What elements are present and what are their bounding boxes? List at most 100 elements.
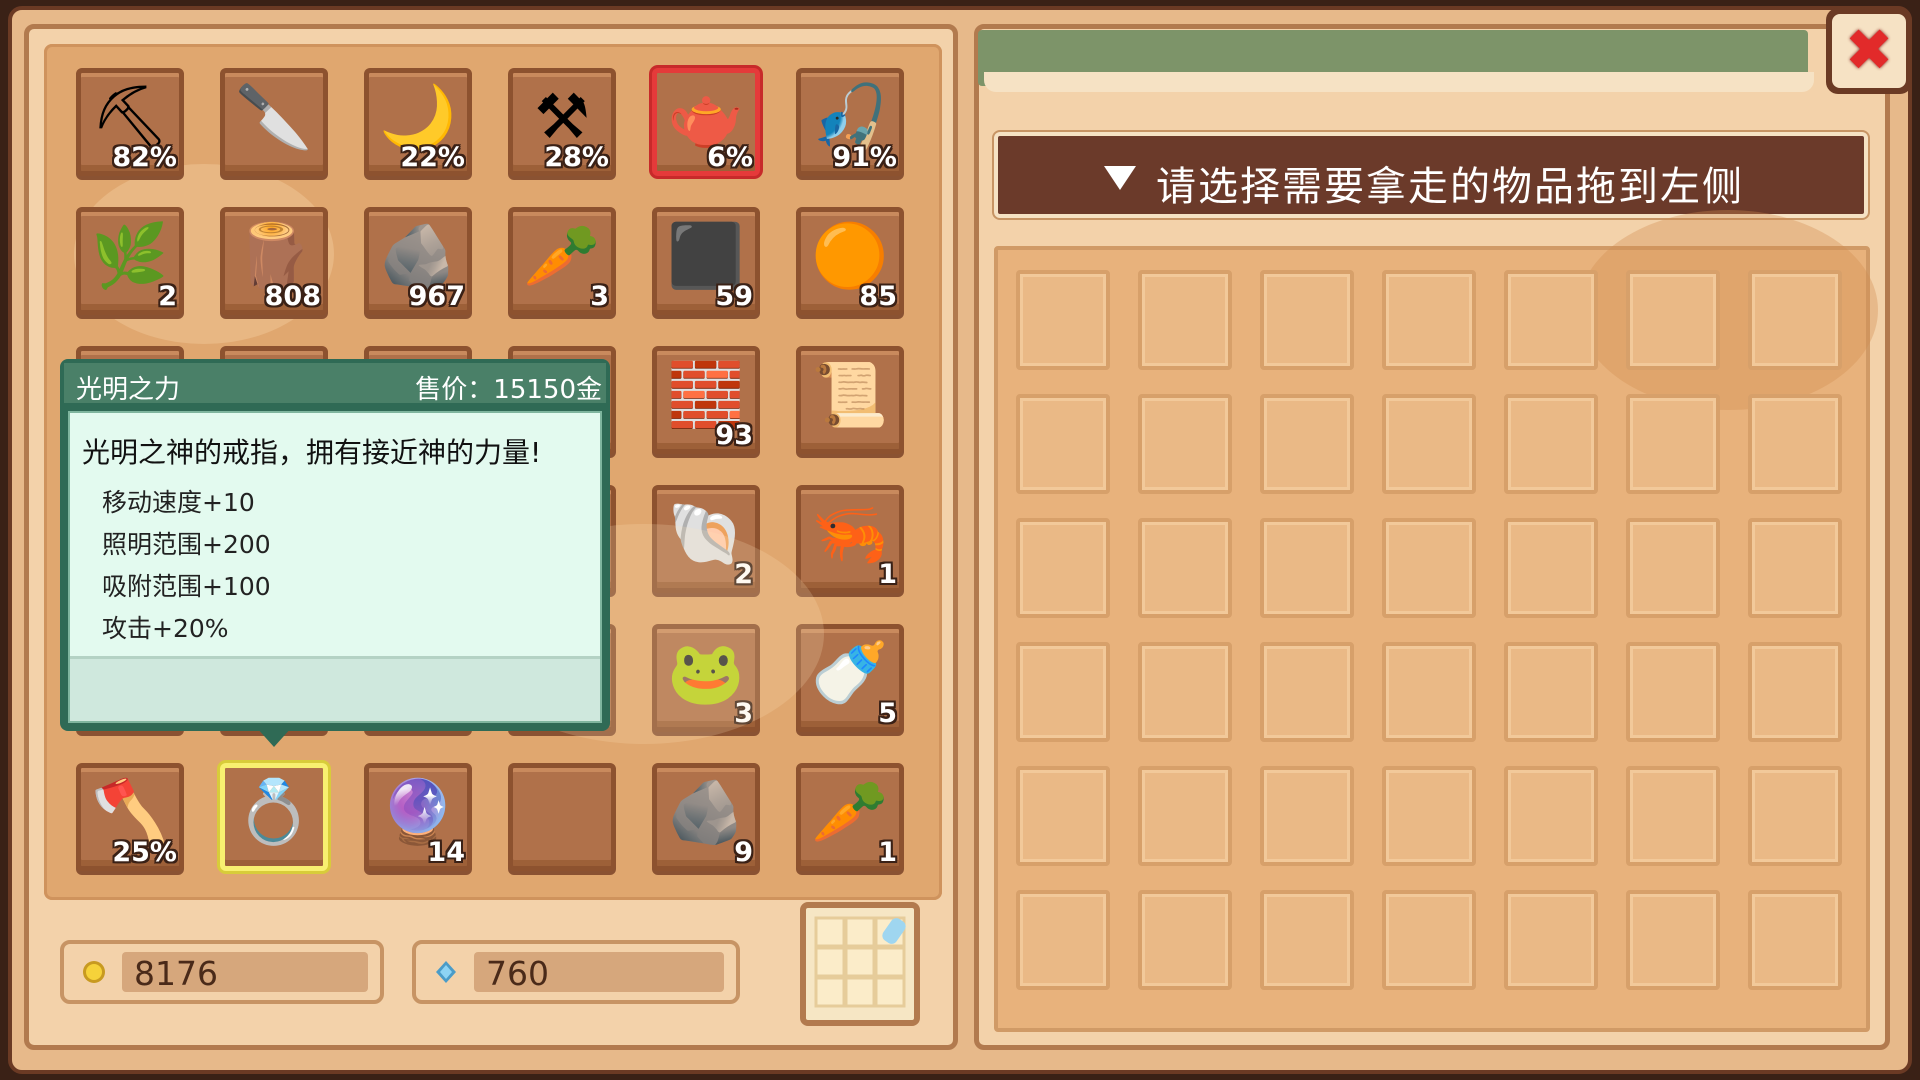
hoe-icon: ⚒ (534, 80, 590, 154)
sort-grid-button[interactable] (800, 902, 920, 1026)
item-quantity: 2 (158, 281, 177, 312)
item-stat: 照明范围+200 (102, 530, 271, 559)
storage-slot[interactable] (1382, 270, 1476, 370)
inventory-slot[interactable]: 🪵 808 (220, 207, 328, 315)
inventory-slot[interactable]: 🐸 3 (652, 624, 760, 732)
gem-icon (436, 961, 456, 983)
storage-slot[interactable] (1016, 518, 1110, 618)
inventory-slot[interactable]: 🐚 2 (652, 485, 760, 593)
storage-slot[interactable] (1748, 270, 1842, 370)
storage-slot[interactable] (1504, 890, 1598, 990)
crystal-shell-icon: 🐚 (667, 497, 745, 571)
grid-icon (814, 916, 906, 1008)
storage-slot[interactable] (1748, 394, 1842, 494)
storage-slot[interactable] (1382, 766, 1476, 866)
storage-slot[interactable] (1504, 766, 1598, 866)
storage-slot[interactable] (1626, 518, 1720, 618)
storage-slot[interactable] (1748, 518, 1842, 618)
storage-slot[interactable] (1016, 766, 1110, 866)
storage-slot[interactable] (1382, 394, 1476, 494)
inventory-slot[interactable]: 🪓 25% (76, 763, 184, 871)
down-arrow-icon (1104, 166, 1136, 190)
item-stat: 移动速度+10 (102, 488, 255, 517)
inventory-slot[interactable]: 🎣 91% (796, 68, 904, 176)
storage-slot[interactable] (1138, 270, 1232, 370)
storage-slot[interactable] (1138, 394, 1232, 494)
axe-icon: 🪓 (91, 775, 169, 849)
inventory-slot[interactable]: 🦐 1 (796, 485, 904, 593)
item-stat: 吸附范围+100 (102, 572, 271, 601)
inventory-slot[interactable]: 📜 (796, 346, 904, 454)
emerald-ring-icon: 💍 (235, 775, 313, 849)
rock-icon: 🪨 (667, 775, 745, 849)
inventory-slot[interactable]: 🌙 22% (364, 68, 472, 176)
storage-slot[interactable] (1748, 766, 1842, 866)
storage-slot[interactable] (1260, 394, 1354, 494)
storage-slot[interactable] (1260, 890, 1354, 990)
purple-orb-icon: 🔮 (379, 775, 457, 849)
storage-slot[interactable] (1504, 518, 1598, 618)
inventory-slot[interactable]: 🥕 1 (796, 763, 904, 871)
item-quantity: 28% (544, 142, 609, 173)
storage-slot[interactable] (1626, 890, 1720, 990)
storage-slot[interactable] (1260, 270, 1354, 370)
storage-slot[interactable] (1382, 518, 1476, 618)
red-knife-icon: 🔪 (235, 80, 313, 154)
close-icon: ✖ (1844, 15, 1894, 84)
inventory-slot[interactable] (508, 763, 616, 871)
item-quantity: 85 (859, 281, 897, 312)
tooltip-body: 光明之神的戒指，拥有接近神的力量! 移动速度+10 照明范围+200 吸附范围+… (68, 411, 602, 723)
inventory-slot[interactable]: 🟠 85 (796, 207, 904, 315)
inventory-slot[interactable]: 🍼 5 (796, 624, 904, 732)
item-description: 光明之神的戒指，拥有接近神的力量! (82, 436, 542, 469)
storage-slot[interactable] (1260, 518, 1354, 618)
gem-amount: 760 (486, 954, 549, 993)
inventory-slot[interactable]: 🪨 967 (364, 207, 472, 315)
inventory-slot[interactable]: ⚒ 28% (508, 68, 616, 176)
storage-slot[interactable] (1016, 890, 1110, 990)
wood-plank-icon: 🧱 (667, 358, 745, 432)
storage-slot[interactable] (1260, 766, 1354, 866)
storage-slot[interactable] (1504, 642, 1598, 742)
storage-slot[interactable] (1748, 642, 1842, 742)
storage-slot[interactable] (1626, 766, 1720, 866)
parsnip-icon: 🥕 (523, 219, 601, 293)
inventory-slot[interactable]: ⬛ 59 (652, 207, 760, 315)
storage-slot[interactable] (1016, 270, 1110, 370)
item-quantity: 3 (590, 281, 609, 312)
storage-slot[interactable] (1626, 270, 1720, 370)
storage-slot[interactable] (1382, 890, 1476, 990)
storage-slot[interactable] (1138, 518, 1232, 618)
item-quantity: 967 (408, 281, 465, 312)
inventory-slot[interactable]: ⛏ 82% (76, 68, 184, 176)
milk-bottle-icon: 🍼 (811, 636, 889, 710)
storage-slot[interactable] (1016, 394, 1110, 494)
item-quantity: 59 (715, 281, 753, 312)
inventory-slot[interactable]: 🪨 9 (652, 763, 760, 871)
inventory-slot[interactable]: 💍 (220, 763, 328, 871)
storage-slot[interactable] (1504, 270, 1598, 370)
item-quantity: 3 (734, 698, 753, 729)
storage-slot[interactable] (1138, 766, 1232, 866)
storage-slot[interactable] (1138, 642, 1232, 742)
inventory-slot[interactable]: 🌿 2 (76, 207, 184, 315)
inventory-slot[interactable]: 🫖 6% (652, 68, 760, 176)
close-button[interactable]: ✖ (1826, 8, 1912, 94)
inventory-slot[interactable]: 🔪 (220, 68, 328, 176)
inventory-slot[interactable]: 🧱 93 (652, 346, 760, 454)
inventory-slot[interactable]: 🔮 14 (364, 763, 472, 871)
storage-slot[interactable] (1748, 890, 1842, 990)
storage-slot[interactable] (1138, 890, 1232, 990)
watering-can-icon: 🫖 (667, 80, 745, 154)
storage-slot[interactable] (1382, 642, 1476, 742)
inventory-slot[interactable]: 🥕 3 (508, 207, 616, 315)
item-quantity: 82% (112, 142, 177, 173)
item-quantity: 25% (112, 837, 177, 868)
storage-slot[interactable] (1626, 642, 1720, 742)
pickaxe-icon: ⛏ (90, 80, 170, 154)
instruction-banner: 请选择需要拿走的物品拖到左侧 (994, 132, 1868, 218)
storage-slot[interactable] (1260, 642, 1354, 742)
storage-slot[interactable] (1016, 642, 1110, 742)
storage-slot[interactable] (1626, 394, 1720, 494)
storage-slot[interactable] (1504, 394, 1598, 494)
